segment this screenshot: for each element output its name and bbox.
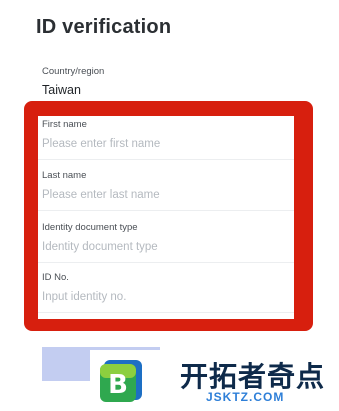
- id-number-label: ID No.: [42, 272, 69, 283]
- watermark: B 开拓者奇点 JSKTZ.COM: [90, 350, 339, 411]
- country-region-label: Country/region: [42, 66, 105, 77]
- watermark-logo-icon: B: [100, 360, 142, 402]
- identity-document-type-select[interactable]: Identity document type: [42, 241, 294, 253]
- identity-document-type-label: Identity document type: [42, 222, 138, 233]
- identity-document-type-field[interactable]: Identity document type Identity document…: [38, 222, 294, 263]
- id-number-input[interactable]: Input identity no.: [42, 291, 294, 303]
- country-region-value[interactable]: Taiwan: [42, 83, 302, 97]
- first-name-input[interactable]: Please enter first name: [42, 138, 294, 150]
- watermark-logo-letter: B: [108, 370, 128, 400]
- first-name-field[interactable]: First name Please enter first name: [38, 119, 294, 160]
- last-name-input[interactable]: Please enter last name: [42, 189, 294, 201]
- page-title: ID verification: [36, 16, 172, 38]
- id-number-field[interactable]: ID No. Input identity no.: [38, 272, 294, 313]
- last-name-label: Last name: [42, 170, 87, 181]
- watermark-cn-text: 开拓者奇点: [180, 360, 326, 393]
- watermark-url-text: JSKTZ.COM: [206, 390, 285, 404]
- last-name-field[interactable]: Last name Please enter last name: [38, 170, 294, 211]
- first-name-label: First name: [42, 119, 87, 130]
- identity-form: First name Please enter first name Last …: [38, 116, 294, 319]
- country-region-field[interactable]: Country/region Taiwan: [42, 66, 302, 97]
